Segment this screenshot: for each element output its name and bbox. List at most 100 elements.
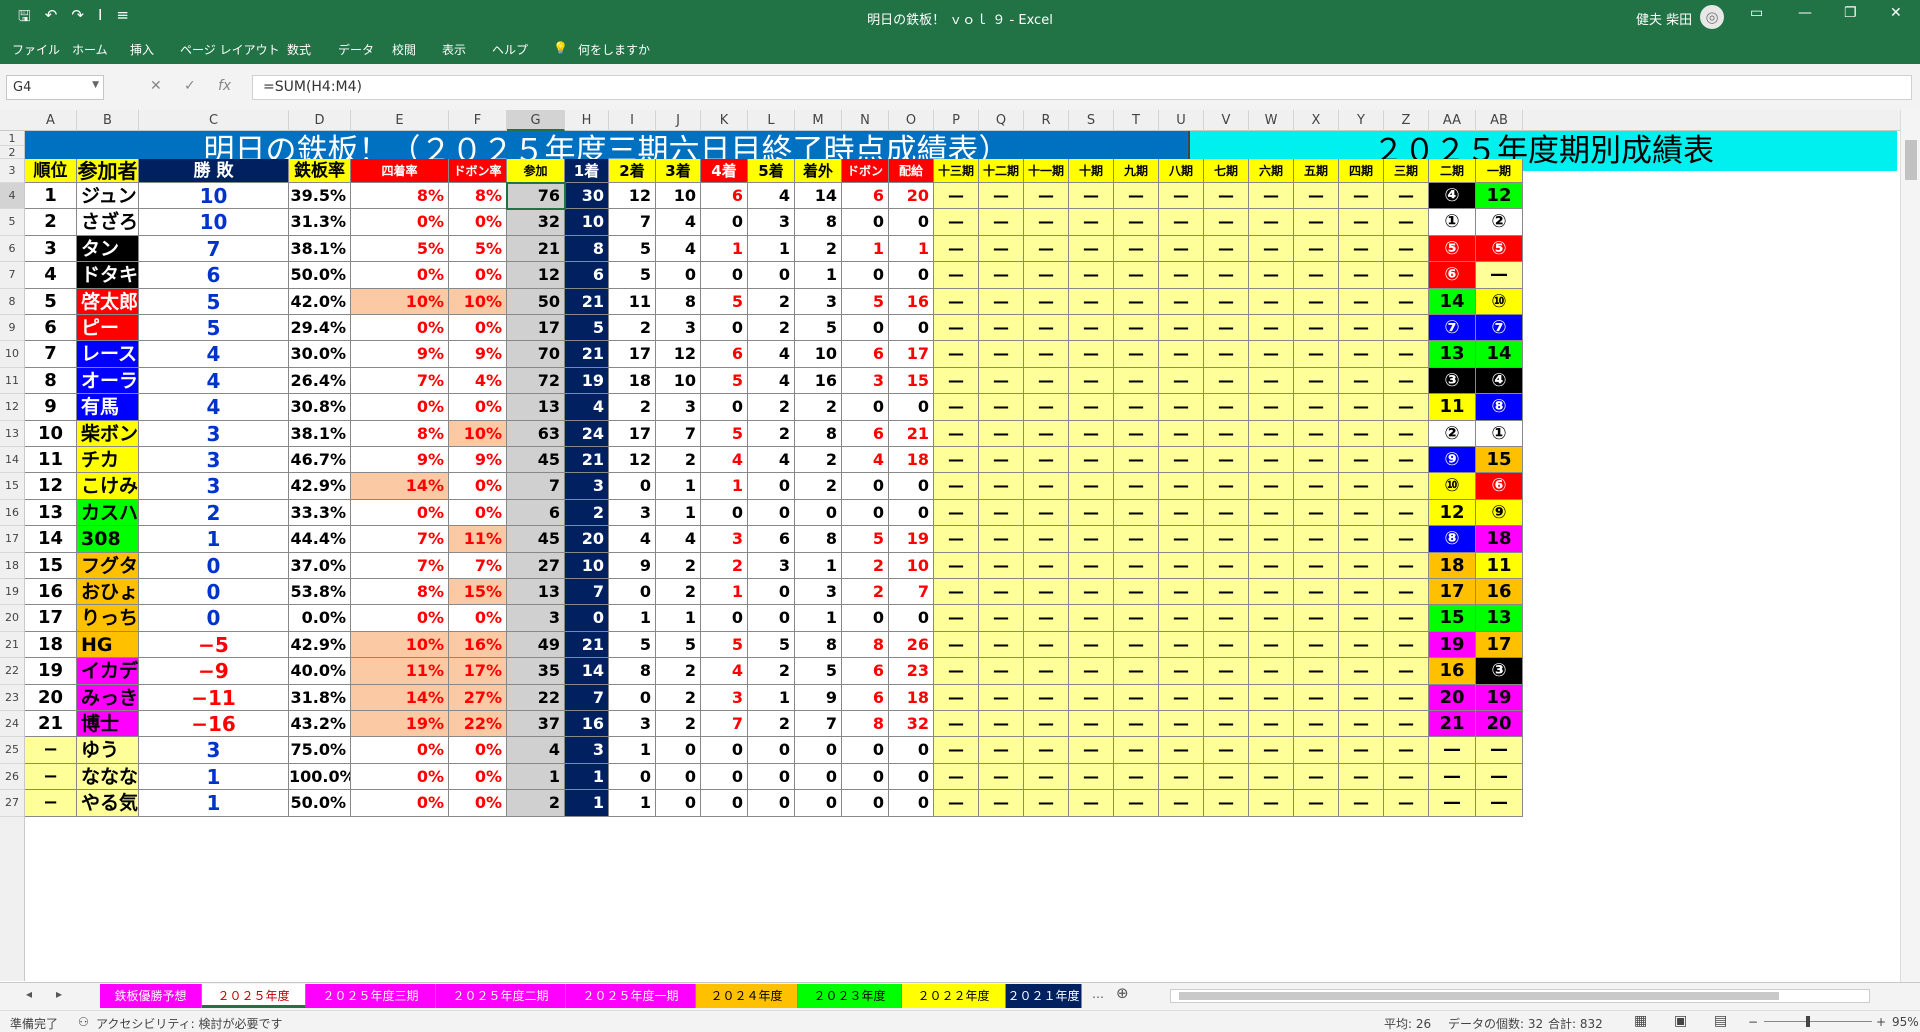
- row-header[interactable]: 18: [0, 553, 24, 579]
- place-count-cell[interactable]: 7: [656, 420, 701, 447]
- teppan-rate-cell[interactable]: 75.0%: [289, 737, 351, 764]
- period-result-cell[interactable]: —: [934, 658, 979, 685]
- period-result-cell[interactable]: —: [1069, 394, 1114, 421]
- period-result-cell[interactable]: —: [1114, 341, 1159, 368]
- dobon-rate-cell[interactable]: 22%: [449, 711, 507, 738]
- column-header[interactable]: M: [795, 110, 842, 131]
- period-result-cell[interactable]: —: [1249, 235, 1294, 263]
- period-result-cell[interactable]: —: [1204, 262, 1249, 289]
- win-loss-cell[interactable]: 1: [139, 763, 289, 791]
- period-result-cell[interactable]: —: [1339, 447, 1384, 474]
- period2-result-cell[interactable]: ⑨: [1429, 447, 1476, 474]
- first-place-cell[interactable]: 1: [565, 790, 609, 817]
- dobon-rate-cell[interactable]: 16%: [449, 631, 507, 659]
- row-header[interactable]: 2: [0, 146, 24, 159]
- period-result-cell[interactable]: —: [1114, 684, 1159, 711]
- fourth-rate-cell[interactable]: 0%: [351, 605, 449, 632]
- dobon-count-cell[interactable]: 2: [842, 552, 889, 579]
- place-count-cell[interactable]: 1: [656, 473, 701, 500]
- place-count-cell[interactable]: 7: [795, 711, 842, 738]
- dobon-rate-cell[interactable]: 0%: [449, 790, 507, 817]
- period-result-cell[interactable]: —: [1384, 737, 1429, 764]
- win-loss-cell[interactable]: 3: [139, 737, 289, 764]
- period-result-cell[interactable]: —: [1339, 209, 1384, 236]
- place-count-cell[interactable]: 9: [609, 552, 656, 579]
- rank-cell[interactable]: −: [25, 763, 77, 791]
- period1-result-cell[interactable]: ⑩: [1476, 288, 1523, 315]
- sheet-tab[interactable]: ２０２３年度: [798, 984, 902, 1008]
- row-header[interactable]: 26: [0, 764, 24, 791]
- period-result-cell[interactable]: —: [1204, 183, 1249, 210]
- row-header[interactable]: 9: [0, 315, 24, 342]
- header-cell[interactable]: 3着: [656, 159, 701, 183]
- period-result-cell[interactable]: —: [1024, 579, 1069, 606]
- period-result-cell[interactable]: —: [1294, 763, 1339, 791]
- period-result-cell[interactable]: —: [1249, 631, 1294, 659]
- period-result-cell[interactable]: —: [1249, 552, 1294, 579]
- period-result-cell[interactable]: —: [1024, 658, 1069, 685]
- period2-result-cell[interactable]: 15: [1429, 605, 1476, 632]
- header-cell[interactable]: 鉄板率: [289, 159, 351, 183]
- period-result-cell[interactable]: —: [1339, 315, 1384, 342]
- row-header[interactable]: 17: [0, 526, 24, 553]
- place-count-cell[interactable]: 5: [748, 631, 795, 659]
- rank-cell[interactable]: 4: [25, 262, 77, 289]
- header-cell[interactable]: 十期: [1069, 159, 1114, 183]
- place-count-cell[interactable]: 2: [609, 315, 656, 342]
- place-count-cell[interactable]: 17: [609, 341, 656, 368]
- period-result-cell[interactable]: —: [979, 341, 1024, 368]
- period-result-cell[interactable]: —: [1294, 367, 1339, 395]
- period-result-cell[interactable]: —: [1294, 499, 1339, 527]
- period-result-cell[interactable]: —: [934, 288, 979, 315]
- period-result-cell[interactable]: —: [1249, 183, 1294, 210]
- column-header[interactable]: I: [609, 110, 656, 131]
- period-result-cell[interactable]: —: [934, 315, 979, 342]
- vertical-scrollbar[interactable]: [1900, 110, 1920, 982]
- period1-result-cell[interactable]: —: [1476, 763, 1523, 791]
- period-result-cell[interactable]: —: [979, 684, 1024, 711]
- period-result-cell[interactable]: —: [1114, 288, 1159, 315]
- period-result-cell[interactable]: —: [1249, 579, 1294, 606]
- period-result-cell[interactable]: —: [1339, 658, 1384, 685]
- period2-result-cell[interactable]: 12: [1429, 499, 1476, 527]
- period2-result-cell[interactable]: 16: [1429, 658, 1476, 685]
- period-result-cell[interactable]: —: [1249, 684, 1294, 711]
- fourth-count-cell[interactable]: 0: [701, 605, 748, 632]
- teppan-rate-cell[interactable]: 50.0%: [289, 790, 351, 817]
- page-break-view-icon[interactable]: ▤: [1714, 1013, 1727, 1029]
- zoom-out-button[interactable]: −: [1748, 1015, 1758, 1029]
- period-result-cell[interactable]: —: [1069, 658, 1114, 685]
- teppan-rate-cell[interactable]: 42.9%: [289, 631, 351, 659]
- row-header[interactable]: 3: [0, 159, 24, 183]
- period-result-cell[interactable]: —: [1159, 711, 1204, 738]
- place-count-cell[interactable]: 3: [656, 394, 701, 421]
- insert-function-icon[interactable]: fx: [218, 78, 231, 94]
- period-result-cell[interactable]: —: [1339, 711, 1384, 738]
- dobon-count-cell[interactable]: 0: [842, 394, 889, 421]
- place-count-cell[interactable]: 1: [795, 605, 842, 632]
- fourth-rate-cell[interactable]: 0%: [351, 790, 449, 817]
- row-header[interactable]: 1: [0, 131, 24, 146]
- column-header[interactable]: Q: [979, 110, 1024, 131]
- zoom-slider-handle[interactable]: [1806, 1016, 1810, 1027]
- participation-cell[interactable]: 22: [507, 684, 565, 711]
- teppan-rate-cell[interactable]: 38.1%: [289, 420, 351, 447]
- period1-result-cell[interactable]: ⑤: [1476, 235, 1523, 263]
- fourth-count-cell[interactable]: 4: [701, 447, 748, 474]
- period-result-cell[interactable]: —: [1204, 367, 1249, 395]
- payout-cell[interactable]: 0: [889, 499, 934, 527]
- menu-formulas[interactable]: 数式: [287, 41, 311, 58]
- fourth-count-cell[interactable]: 1: [701, 473, 748, 500]
- period-result-cell[interactable]: —: [1249, 262, 1294, 289]
- row-header[interactable]: 25: [0, 737, 24, 764]
- place-count-cell[interactable]: 4: [748, 341, 795, 368]
- place-count-cell[interactable]: 3: [795, 579, 842, 606]
- period-result-cell[interactable]: —: [1339, 473, 1384, 500]
- place-count-cell[interactable]: 1: [795, 552, 842, 579]
- place-count-cell[interactable]: 0: [656, 790, 701, 817]
- period2-result-cell[interactable]: —: [1429, 737, 1476, 764]
- period-result-cell[interactable]: —: [1339, 262, 1384, 289]
- header-cell[interactable]: 参加: [507, 159, 565, 183]
- rank-cell[interactable]: 9: [25, 394, 77, 421]
- period-result-cell[interactable]: —: [979, 711, 1024, 738]
